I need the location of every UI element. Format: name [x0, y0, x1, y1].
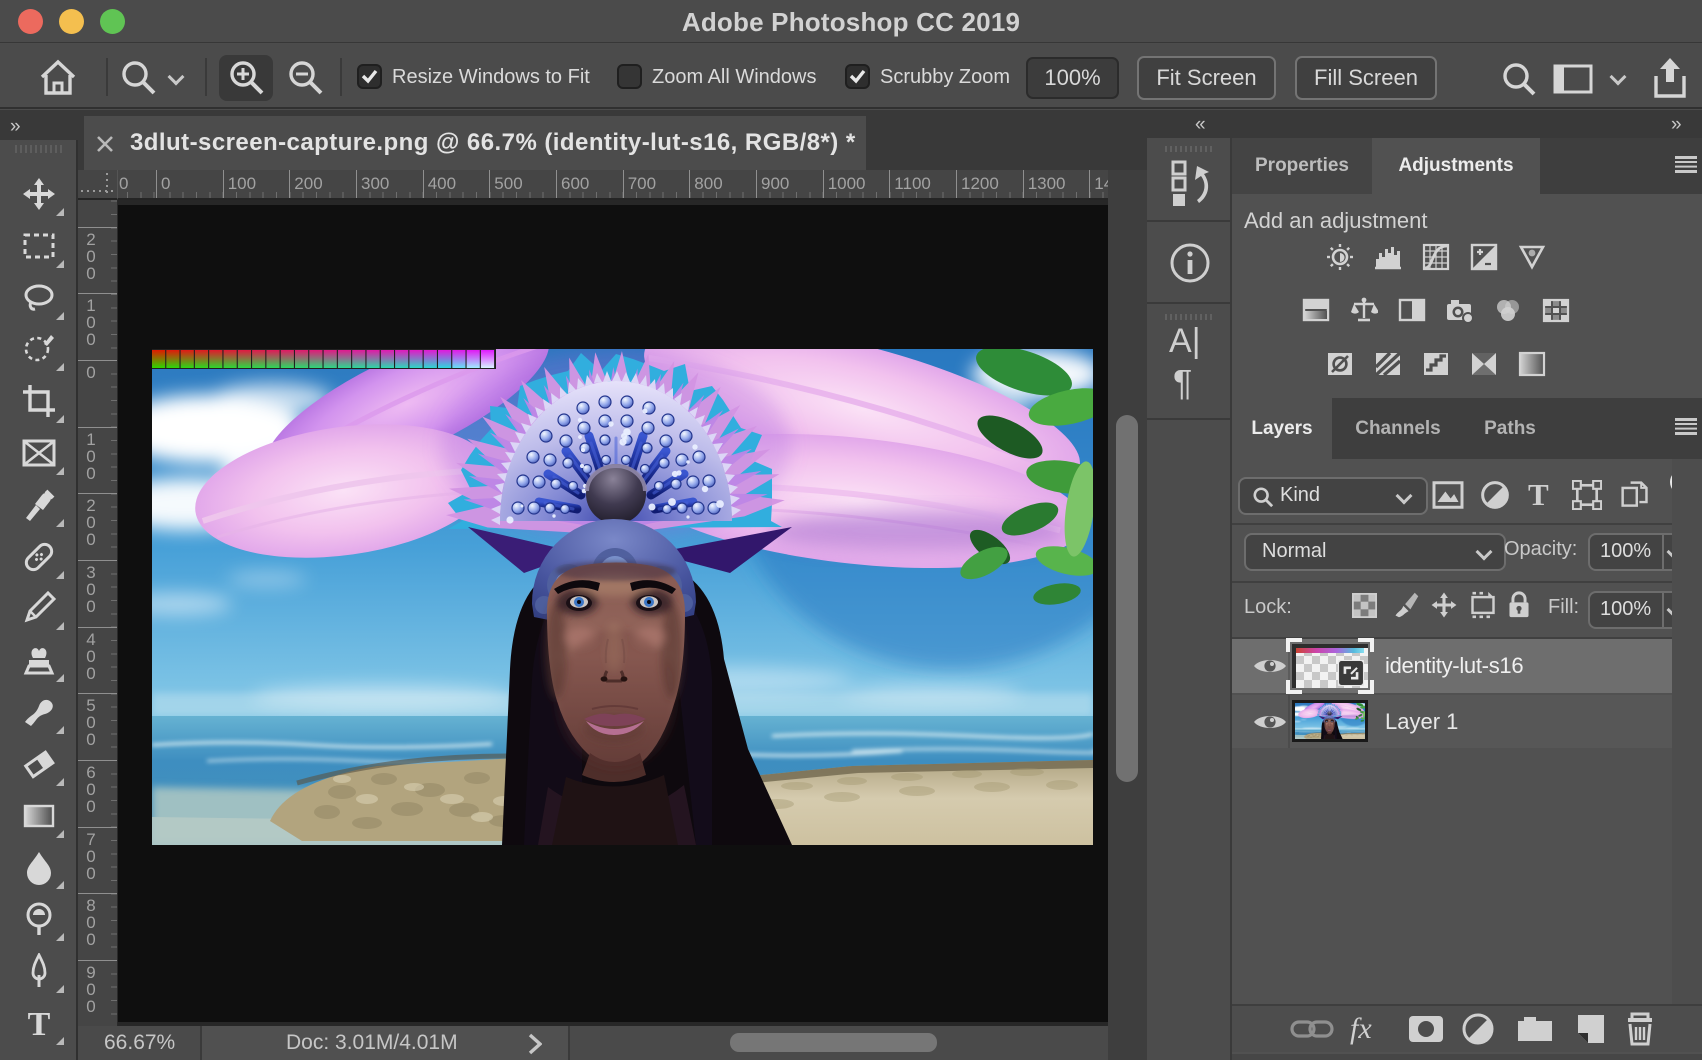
- svg-text:T: T: [28, 1006, 51, 1041]
